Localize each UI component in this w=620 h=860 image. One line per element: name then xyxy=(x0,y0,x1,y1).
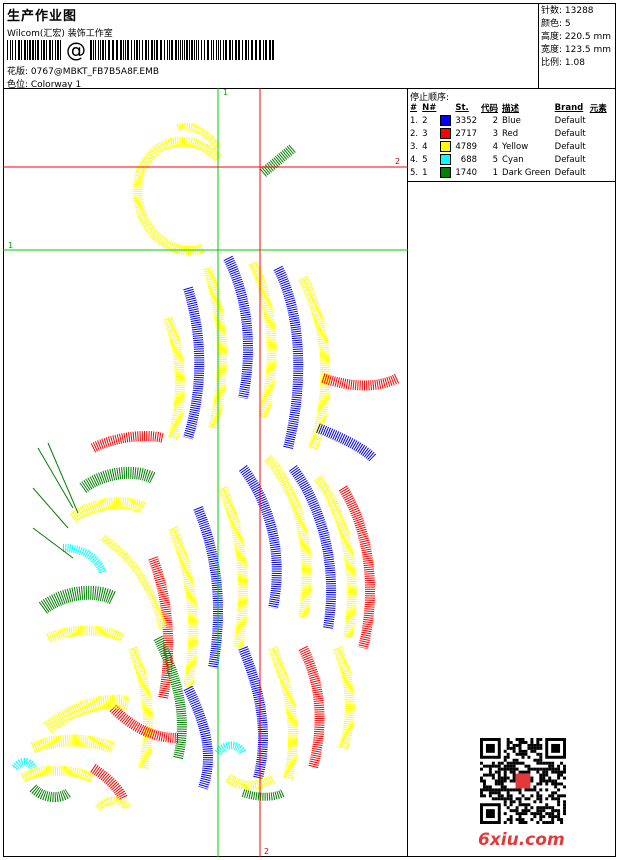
row-stitches: 3352 xyxy=(455,115,478,126)
design-ratio: 比例: 1.08 xyxy=(541,58,585,68)
row-brand: Default xyxy=(554,128,586,139)
row-stitches: 2717 xyxy=(455,128,478,139)
table-row: 5. 1 1740 1 Dark Green Default xyxy=(408,166,609,179)
col-code: 代码 xyxy=(481,103,499,114)
row-n: 2 xyxy=(422,115,428,126)
row-brand: Default xyxy=(554,154,586,165)
row-element xyxy=(588,127,609,140)
design-width: 宽度: 123.5 mm xyxy=(541,45,612,55)
qr-code xyxy=(480,738,566,824)
stop-sequence-table: # N# St. 代码 描述 Brand 元素 1. 2 3352 2 Blue Defa… xyxy=(408,101,609,179)
watermark-logo: 6xiu.com xyxy=(478,830,565,850)
table-divider xyxy=(407,181,616,182)
row-n: 4 xyxy=(422,141,428,152)
design-canvas xyxy=(3,88,408,857)
row-code: 2 xyxy=(492,115,499,126)
row-n: 5 xyxy=(422,154,428,165)
row-brand: Default xyxy=(554,115,586,126)
row-desc: Red xyxy=(502,128,519,139)
row-n: 1 xyxy=(422,167,428,178)
color-count: 颜色: 5 xyxy=(541,19,571,29)
color-swatch xyxy=(440,154,452,165)
row-code: 3 xyxy=(492,128,499,139)
row-element xyxy=(588,114,609,127)
color-swatch xyxy=(440,128,452,139)
row-num: 3. xyxy=(410,141,419,152)
row-stitches: 1740 xyxy=(455,167,478,178)
col-swatch xyxy=(438,101,453,114)
row-desc: Dark Green xyxy=(502,167,551,178)
marker-green-left: 1 xyxy=(8,241,14,250)
stats-divider xyxy=(538,3,539,88)
marker-red-bottom: 2 xyxy=(264,847,270,856)
barcode-symbol: @ xyxy=(66,39,86,61)
company-name: Wilcom(汇宏) 装饰工作室 xyxy=(7,29,113,39)
col-num: # xyxy=(410,102,418,113)
color-swatch xyxy=(440,141,452,152)
tiger-embroidery xyxy=(11,122,401,812)
row-element xyxy=(588,153,609,166)
marker-red-right: 2 xyxy=(395,157,401,166)
color-swatch xyxy=(440,115,452,126)
col-n: N# xyxy=(422,102,437,113)
row-desc: Blue xyxy=(502,115,521,126)
table-row: 4. 5 688 5 Cyan Default xyxy=(408,153,609,166)
design-file: 花版: 0767@MBKT_FB7B5A8F.EMB xyxy=(7,67,160,77)
row-swatch xyxy=(438,140,453,153)
design-stats: 针数: 13288 颜色: 5 高度: 220.5 mm 宽度: 123.5 m… xyxy=(541,5,611,70)
row-stitches: 4789 xyxy=(455,141,478,152)
page-title: 生产作业图 xyxy=(7,9,78,24)
row-stitches: 688 xyxy=(460,154,478,165)
row-swatch xyxy=(438,153,453,166)
row-brand: Default xyxy=(554,141,586,152)
row-num: 5. xyxy=(410,167,419,178)
stitch-count: 针数: 13288 xyxy=(541,6,594,16)
row-num: 2. xyxy=(410,128,419,139)
table-row: 3. 4 4789 4 Yellow Default xyxy=(408,140,609,153)
row-n: 3 xyxy=(422,128,428,139)
row-swatch xyxy=(438,166,453,179)
table-header-row: # N# St. 代码 描述 Brand 元素 xyxy=(408,101,609,114)
row-num: 4. xyxy=(410,154,419,165)
table-row: 2. 3 2717 3 Red Default xyxy=(408,127,609,140)
row-desc: Yellow xyxy=(502,141,529,152)
col-desc: 描述 xyxy=(502,103,520,114)
row-swatch xyxy=(438,114,453,127)
row-num: 1. xyxy=(410,115,419,126)
row-desc: Cyan xyxy=(502,154,524,165)
table-row: 1. 2 3352 2 Blue Default xyxy=(408,114,609,127)
row-brand: Default xyxy=(554,167,586,178)
barcode: @ xyxy=(7,39,274,61)
row-swatch xyxy=(438,127,453,140)
marker-green-top: 1 xyxy=(223,88,229,97)
col-brand: Brand xyxy=(554,102,584,113)
design-height: 高度: 220.5 mm xyxy=(541,32,612,42)
color-swatch xyxy=(440,167,452,178)
header: 生产作业图 Wilcom(汇宏) 装饰工作室 @ 花版: 0767@MBKT_F… xyxy=(3,3,538,90)
row-code: 1 xyxy=(492,167,499,178)
row-element xyxy=(588,140,609,153)
row-element xyxy=(588,166,609,179)
col-stitches: St. xyxy=(455,102,469,113)
row-code: 4 xyxy=(492,141,499,152)
row-code: 5 xyxy=(492,154,499,165)
col-element: 元素 xyxy=(589,103,607,114)
